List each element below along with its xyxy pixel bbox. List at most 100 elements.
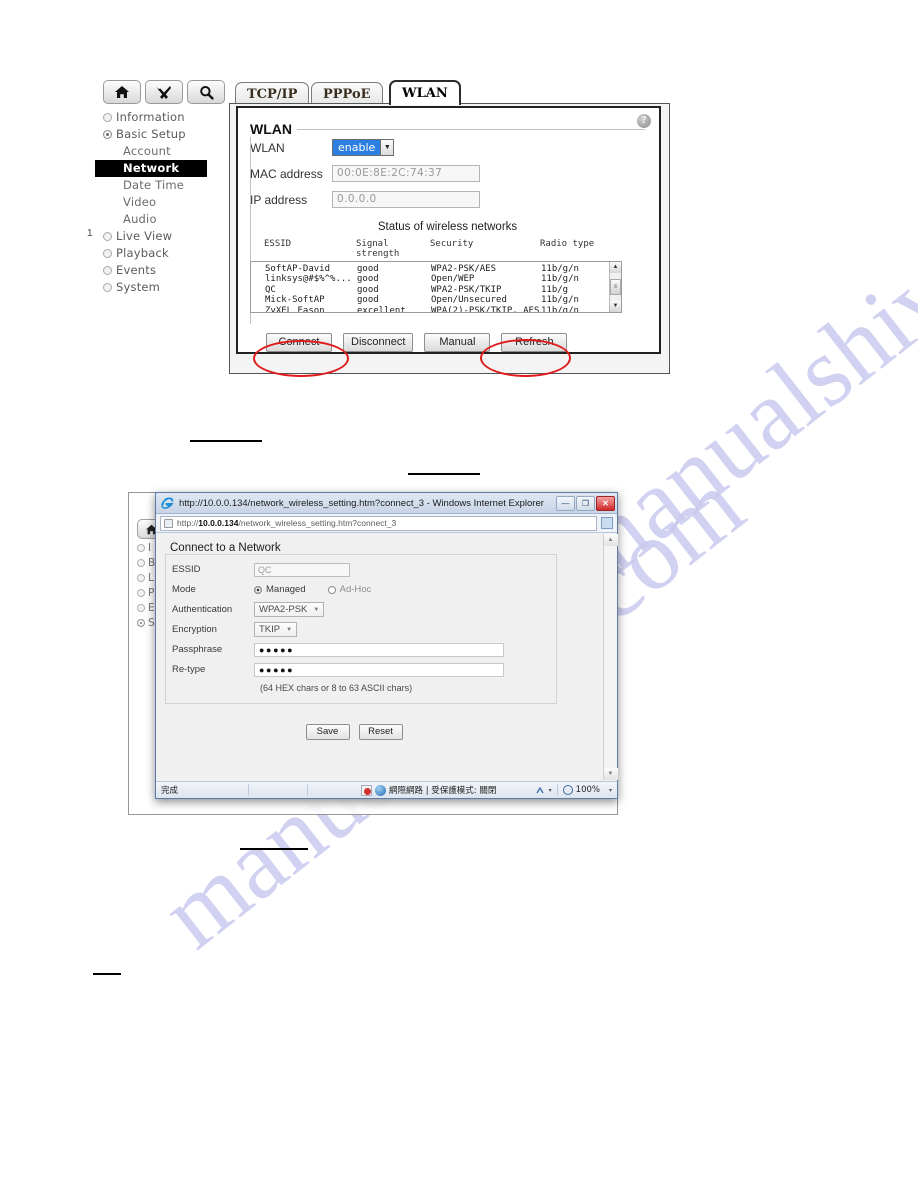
form-row-retype: Re-type ●●●●● xyxy=(166,660,556,679)
sidebar-item-events[interactable]: Events xyxy=(95,262,230,279)
radio-bullet-icon xyxy=(103,232,112,241)
address-input[interactable]: http://10.0.0.134/network_wireless_setti… xyxy=(160,515,597,531)
zoom-control[interactable]: 100% ▾ xyxy=(558,782,617,798)
tab-pppoe[interactable]: PPPoE xyxy=(311,82,383,105)
radio-bullet-icon xyxy=(103,283,112,292)
encryption-label: Encryption xyxy=(172,624,217,635)
table-row[interactable]: SoftAP-David good WPA2-PSK/AES 11b/g/n xyxy=(251,264,621,274)
status-state: 完成 xyxy=(161,786,179,796)
internet-explorer-icon xyxy=(161,496,175,510)
cell-radio: 11b/g/n xyxy=(541,295,579,306)
browser-status-bar: 完成 網際網路 | 受保護模式: 關閉 ▾ 100% ▾ xyxy=(156,781,617,798)
col-header-radio: Radio type xyxy=(540,239,595,249)
wlan-select-value: enable xyxy=(332,139,381,156)
feeds-icon[interactable] xyxy=(601,517,613,529)
authentication-select[interactable]: WPA2-PSK ▼ xyxy=(254,602,325,617)
mode-managed-radio[interactable]: Managed xyxy=(254,584,306,595)
reset-button[interactable]: Reset xyxy=(358,724,403,740)
status-zone: 網際網路 | 受保護模式: 關閉 xyxy=(356,782,501,798)
table-row[interactable]: Mick-SoftAP good Open/Unsecured 11b/g/n xyxy=(251,295,621,305)
chevron-down-icon: ▼ xyxy=(380,139,395,156)
maximize-button[interactable]: ❐ xyxy=(576,495,595,511)
redaction-rule xyxy=(240,848,308,850)
sidebar-item-video[interactable]: Video xyxy=(95,194,230,211)
tab-tcp-ip[interactable]: TCP/IP xyxy=(235,82,310,105)
address-prefix: http:// xyxy=(177,518,199,528)
sidebar-item-playback[interactable]: Playback xyxy=(95,245,230,262)
sidebar-item-label: Events xyxy=(116,263,157,277)
essid-input[interactable]: QC xyxy=(254,562,350,577)
manual-button[interactable]: Manual xyxy=(424,333,491,352)
table-row[interactable]: QC good WPA2-PSK/TKIP 11b/g xyxy=(251,285,621,295)
chevron-down-icon: ▼ xyxy=(313,606,320,613)
sidebar-item-audio[interactable]: Audio xyxy=(95,211,230,228)
sidebar-item-account[interactable]: Account xyxy=(95,143,230,160)
connect-form: ESSID QC Mode Managed Ad-Hoc Authenticat… xyxy=(165,554,557,704)
redaction-rule xyxy=(408,473,480,475)
sidebar-item-information[interactable]: Information xyxy=(95,109,230,126)
close-button[interactable]: ✕ xyxy=(596,495,615,511)
mode-label: Mode xyxy=(172,584,196,595)
sidebar-item-label: Account xyxy=(123,144,171,158)
scroll-down-icon[interactable]: ▼ xyxy=(609,301,621,312)
cell-essid: Mick-SoftAP xyxy=(265,295,325,306)
radio-bullet-icon xyxy=(103,249,112,258)
window-title-bar: http://10.0.0.134/network_wireless_setti… xyxy=(156,493,617,514)
passphrase-input[interactable]: ●●●●● xyxy=(254,642,504,657)
figure-camera-wlan-page: 1 Information Basic Setup Account Networ… xyxy=(87,80,670,390)
error-icon[interactable] xyxy=(361,784,372,796)
retype-input[interactable]: ●●●●● xyxy=(254,662,504,677)
address-text: http://10.0.0.134/network_wireless_setti… xyxy=(177,518,396,528)
mode-adhoc-radio[interactable]: Ad-Hoc xyxy=(327,584,371,595)
cell-essid: linksys@#$%^%... xyxy=(265,274,352,285)
scroll-down-icon[interactable]: ▼ xyxy=(603,768,618,780)
tools-icon[interactable] xyxy=(145,80,183,104)
wlan-settings-panel: TCP/IP PPPoE WLAN ? WLAN WLAN enable ▼ M… xyxy=(229,80,670,390)
minimize-button[interactable]: — xyxy=(556,495,575,511)
redaction-rule xyxy=(190,440,262,442)
help-icon[interactable]: ? xyxy=(637,114,651,128)
connect-button[interactable]: Connect xyxy=(266,333,332,352)
chevron-down-icon: ▼ xyxy=(286,626,293,633)
encryption-select[interactable]: TKIP ▼ xyxy=(254,622,298,637)
retype-label: Re-type xyxy=(172,664,206,675)
table-row[interactable]: linksys@#$%^%... good Open/WEP 11b/g/n xyxy=(251,274,621,284)
page-scrollbar[interactable]: ▲ ▼ xyxy=(603,534,618,780)
zoom-icon xyxy=(562,785,573,795)
sidebar-item-system[interactable]: System xyxy=(95,279,230,296)
search-icon[interactable] xyxy=(187,80,225,104)
disconnect-button[interactable]: Disconnect xyxy=(343,333,414,352)
cell-radio: 11b/g/n xyxy=(541,264,579,274)
radio-bullet-icon xyxy=(103,266,112,275)
home-icon[interactable] xyxy=(103,80,141,104)
col-header-security: Security xyxy=(430,239,474,249)
table-row[interactable]: ZyXEL_Eason excellent WPA(2)-PSK/TKIP, A… xyxy=(251,306,621,312)
chevron-down-icon: ▾ xyxy=(548,786,552,794)
table-header-row: ESSID Signal strength Security Radio typ… xyxy=(250,239,622,261)
sidebar-item-live-view[interactable]: Live View xyxy=(95,228,230,245)
scrollbar-thumb[interactable]: ≡ xyxy=(610,279,621,295)
scroll-up-icon[interactable]: ▲ xyxy=(603,534,618,546)
sidebar-item-basic-setup[interactable]: Basic Setup xyxy=(95,126,230,143)
sidebar-nav-list: Information Basic Setup Account Network … xyxy=(95,109,230,296)
wlan-enable-select[interactable]: enable ▼ xyxy=(332,139,395,156)
page-content: Connect to a Network ESSID QC Mode Manag… xyxy=(156,534,603,780)
networks-scrollbar[interactable]: ▲ ≡ ▼ xyxy=(609,262,621,312)
wireless-networks-table: ESSID Signal strength Security Radio typ… xyxy=(250,239,622,313)
col-header-signal: Signal strength xyxy=(356,239,400,259)
field-row-ip: IP address 0.0.0.0 xyxy=(250,191,645,208)
wlan-group: WLAN WLAN enable ▼ MAC address 00:0E:8E:… xyxy=(250,121,645,352)
sidebar-item-date-time[interactable]: Date Time xyxy=(95,177,230,194)
ip-address-field: 0.0.0.0 xyxy=(332,191,480,208)
form-row-essid: ESSID QC xyxy=(166,560,556,579)
status-blank-1 xyxy=(249,782,307,798)
sidebar-item-network[interactable]: Network xyxy=(95,160,207,177)
tab-wlan[interactable]: WLAN xyxy=(389,80,461,105)
scroll-up-icon[interactable]: ▲ xyxy=(609,262,621,273)
group-title: WLAN xyxy=(250,121,297,137)
save-button[interactable]: Save xyxy=(305,724,350,740)
compatibility-view-button[interactable]: ▾ xyxy=(530,782,557,798)
networks-listbox[interactable]: SoftAP-David good WPA2-PSK/AES 11b/g/n l… xyxy=(250,261,622,313)
refresh-button[interactable]: Refresh xyxy=(501,333,568,352)
form-row-encryption: Encryption TKIP ▼ xyxy=(166,620,556,639)
